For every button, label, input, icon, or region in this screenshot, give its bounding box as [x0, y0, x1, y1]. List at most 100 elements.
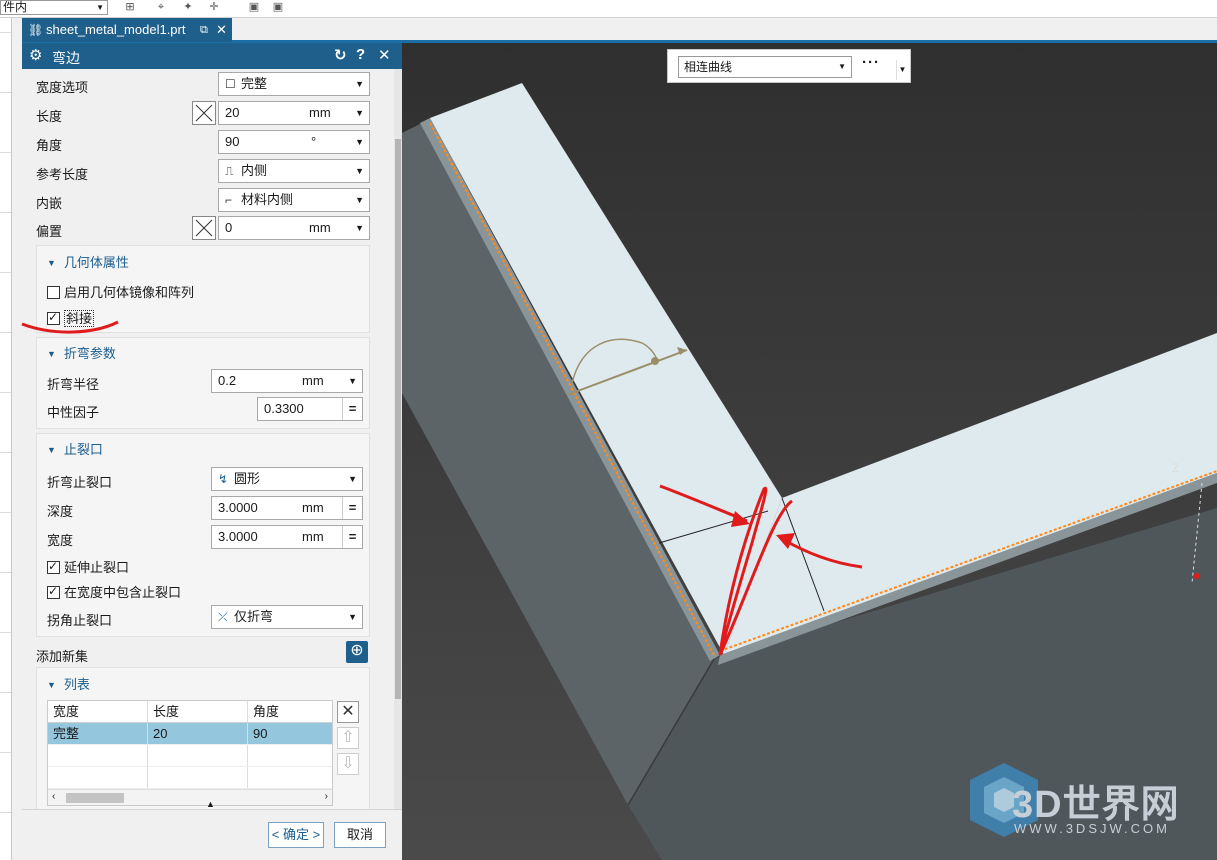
scroll-thumb[interactable] — [66, 793, 124, 803]
checkbox-box — [47, 559, 60, 574]
offset-label: 偏置 — [36, 224, 63, 239]
cube-alt-icon[interactable]: ▣ — [270, 0, 286, 14]
scroll-left-icon[interactable]: ‹ — [52, 791, 55, 802]
width-option-dropdown[interactable]: ☐ 完整 ▼ — [218, 72, 370, 96]
depth-input[interactable]: 3.0000 mm = — [211, 496, 363, 520]
material-inside-icon: ⌐ — [225, 193, 233, 207]
relief-width-input[interactable]: 3.0000 mm = — [211, 525, 363, 549]
add-set-button[interactable]: ⊕ — [346, 641, 368, 663]
chevron-down-icon: ▼ — [96, 3, 104, 12]
dialog-header: ⚙ 弯边 ↻ ? ✕ — [22, 43, 402, 69]
angle-label: 角度 — [36, 138, 63, 153]
more-options-button[interactable]: ··· — [862, 54, 880, 71]
select-icon[interactable]: ⌖ — [153, 0, 169, 14]
offset-value: 0 — [225, 220, 233, 235]
dialog-scrollbar[interactable] — [394, 69, 402, 809]
formula-button[interactable]: = — [342, 398, 362, 420]
popout-icon[interactable]: ⧉ — [200, 18, 208, 42]
offset-input[interactable]: 0 mm ▼ — [218, 216, 370, 240]
relief-group-title: 止裂口 — [63, 442, 103, 457]
list-group-header[interactable]: ▼ 列表 — [47, 674, 90, 693]
move-down-button[interactable]: ⇩ — [337, 753, 359, 775]
mirror-pattern-label: 启用几何体镜像和阵列 — [64, 285, 195, 300]
cube-icon[interactable]: ▣ — [246, 0, 262, 14]
list-group-title: 列表 — [63, 677, 90, 692]
scroll-right-icon[interactable]: › — [325, 791, 328, 802]
mirror-pattern-checkbox[interactable]: 启用几何体镜像和阵列 — [47, 282, 194, 301]
ref-length-dropdown[interactable]: ⎍ 内侧 ▼ — [218, 159, 370, 183]
chevron-down-icon: ▼ — [355, 108, 364, 118]
inset-dropdown[interactable]: ⌐ 材料内侧 ▼ — [218, 188, 370, 212]
table-horizontal-scrollbar[interactable]: ‹ › — [48, 789, 332, 805]
selection-filter-dropdown[interactable]: 相连曲线 ▼ — [678, 56, 852, 78]
length-input[interactable]: 20 mm ▼ — [218, 101, 370, 125]
axis-origin — [1194, 573, 1200, 579]
bend-relief-dropdown[interactable]: ↯ 圆形 ▼ — [211, 467, 363, 491]
bend-relief-value: 圆形 — [234, 471, 261, 486]
kfactor-input[interactable]: 0.3300 = — [257, 397, 363, 421]
part-icon: ⛓ — [28, 23, 44, 37]
length-unit: mm — [309, 105, 331, 120]
chevron-down-icon[interactable]: ▼ — [896, 60, 908, 80]
chevron-down-icon: ▼ — [355, 223, 364, 233]
corner-relief-dropdown[interactable]: ⤫ 仅折弯 ▼ — [211, 605, 363, 629]
dialog-footer: < 确定 > 取消 — [22, 809, 402, 860]
tab-title: sheet_metal_model1.prt — [46, 22, 186, 37]
move-up-button[interactable]: ⇧ — [337, 727, 359, 749]
formula-button[interactable]: = — [342, 497, 362, 519]
column-header-angle[interactable]: 角度 — [248, 701, 332, 722]
width-option-value: 完整 — [241, 76, 268, 91]
table-row-empty — [48, 767, 332, 789]
close-icon[interactable]: ✕ — [378, 46, 391, 64]
table-row-empty — [48, 745, 332, 767]
extend-relief-checkbox[interactable]: 延伸止裂口 — [47, 557, 129, 576]
chevron-down-icon: ▼ — [355, 79, 364, 89]
inset-label: 内嵌 — [36, 196, 63, 211]
ref-length-label: 参考长度 — [36, 167, 89, 182]
tab-sheet-metal-model[interactable]: ⛓ sheet_metal_model1.prt ⧉ ✕ — [22, 18, 232, 42]
bend-radius-unit: mm — [302, 373, 324, 388]
flange-dialog: ⚙ 弯边 ↻ ? ✕ 宽度选项 ☐ 完整 ▼ 长度 20 mm ▼ 角度 90 °… — [22, 43, 402, 860]
model-canvas — [402, 43, 1217, 860]
table-header: 宽度 长度 角度 — [48, 701, 332, 723]
gear-icon[interactable]: ⚙ — [29, 46, 42, 64]
include-relief-checkbox[interactable]: 在宽度中包含止裂口 — [47, 582, 181, 601]
graphics-viewport[interactable]: 相连曲线 ▼ ··· ▼ Z 3D世界网 WWW.3DSJW.COM — [402, 43, 1217, 860]
kfactor-value: 0.3300 — [264, 401, 304, 416]
selection-scope-dropdown[interactable]: 件内 ▼ — [0, 0, 108, 15]
relief-group: ▼ 止裂口 折弯止裂口 ↯ 圆形 ▼ 深度 3.0000 mm = 宽度 3.000… — [36, 433, 370, 637]
angle-unit: ° — [311, 134, 317, 149]
angle-value: 90 — [225, 134, 240, 149]
snap-icon[interactable]: ⊞ — [122, 0, 138, 14]
cell-width: 完整 — [48, 723, 148, 744]
chevron-down-icon: ▼ — [355, 137, 364, 147]
annotation-underline — [21, 320, 119, 334]
column-header-width[interactable]: 宽度 — [48, 701, 148, 722]
reset-icon[interactable]: ↻ — [334, 46, 347, 64]
close-icon[interactable]: ✕ — [216, 18, 227, 42]
measure-icon[interactable] — [192, 101, 216, 125]
point-icon[interactable]: ✦ — [180, 0, 196, 14]
table-row[interactable]: 完整 20 90 — [48, 723, 332, 745]
relief-group-header[interactable]: ▼ 止裂口 — [47, 439, 103, 458]
delete-row-button[interactable]: ✕ — [337, 701, 359, 723]
bend-radius-input[interactable]: 0.2 mm ▼ — [211, 369, 363, 393]
angle-input[interactable]: 90 ° ▼ — [218, 130, 370, 154]
length-value: 20 — [225, 105, 240, 120]
chevron-down-icon: ▼ — [348, 612, 357, 622]
ok-button[interactable]: < 确定 > — [268, 822, 324, 848]
inset-value: 材料内侧 — [241, 192, 294, 207]
column-header-length[interactable]: 长度 — [148, 701, 248, 722]
document-tab-bar: ⛓ sheet_metal_model1.prt ⧉ ✕ — [22, 18, 1217, 43]
crosshair-icon[interactable]: ✛ — [206, 0, 222, 14]
formula-button[interactable]: = — [342, 526, 362, 548]
include-relief-label: 在宽度中包含止裂口 — [64, 585, 182, 600]
collapse-up-icon[interactable]: ▲ — [206, 799, 215, 809]
watermark-brand: 3D世界网 — [1012, 784, 1180, 826]
measure-icon[interactable] — [192, 216, 216, 240]
help-icon[interactable]: ? — [356, 46, 365, 63]
offset-unit: mm — [309, 220, 331, 235]
cancel-button[interactable]: 取消 — [334, 822, 386, 848]
scroll-thumb[interactable] — [395, 139, 401, 699]
geometry-group-header[interactable]: ▼ 几何体属性 — [47, 252, 129, 271]
